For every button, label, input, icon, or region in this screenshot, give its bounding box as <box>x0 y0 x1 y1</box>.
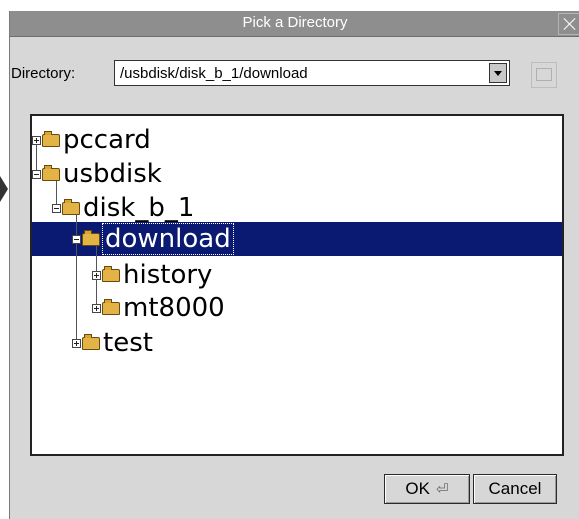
folder-open-icon <box>42 164 60 181</box>
tree-item-disk-b-1[interactable]: disk_b_1 <box>52 193 194 223</box>
tree-item-mt8000[interactable]: mt8000 <box>92 293 225 323</box>
parent-directory-button[interactable] <box>531 62 557 88</box>
ok-button-label: OK <box>405 479 430 498</box>
tree-item-pccard[interactable]: pccard <box>32 125 151 155</box>
folder-open-icon <box>62 198 80 215</box>
dropdown-arrow-icon[interactable] <box>489 63 507 83</box>
enter-key-icon: ⏎ <box>435 481 449 498</box>
directory-combobox[interactable]: /usbdisk/disk_b_1/download <box>114 60 510 86</box>
folder-icon <box>82 333 100 350</box>
expand-icon[interactable] <box>92 270 101 280</box>
cancel-button-label: Cancel <box>488 479 542 498</box>
tree-item-label: pccard <box>63 125 151 155</box>
tree-item-history[interactable]: history <box>92 260 212 290</box>
expand-icon[interactable] <box>32 135 41 145</box>
collapse-icon[interactable] <box>72 234 81 244</box>
directory-label: Directory: <box>11 65 76 82</box>
up-folder-icon <box>536 68 552 81</box>
pick-directory-dialog: Pick a Directory Directory: /usbdisk/dis… <box>9 11 579 519</box>
tree-item-label: download <box>102 223 234 255</box>
tree-item-label: history <box>123 260 213 290</box>
expand-icon[interactable] <box>92 303 101 313</box>
folder-icon <box>102 298 120 315</box>
tree-item-test[interactable]: test <box>72 328 153 358</box>
collapse-icon[interactable] <box>52 203 61 213</box>
title-bar: Pick a Directory <box>10 11 579 37</box>
tree-item-label: disk_b_1 <box>83 193 195 223</box>
ok-button[interactable]: OK ⏎ <box>384 474 470 504</box>
dialog-title: Pick a Directory <box>242 14 348 31</box>
directory-path-value[interactable]: /usbdisk/disk_b_1/download <box>120 65 308 82</box>
expand-icon[interactable] <box>72 338 81 348</box>
tree-item-download[interactable]: download <box>72 223 234 255</box>
folder-icon <box>42 130 60 147</box>
cancel-button[interactable]: Cancel <box>473 474 557 504</box>
tree-item-label: test <box>103 328 153 358</box>
tree-item-label: mt8000 <box>123 293 225 323</box>
tree-item-label: usbdisk <box>63 159 162 189</box>
folder-open-icon <box>82 229 100 246</box>
directory-tree[interactable]: pccard usbdisk disk_b_1 download history… <box>30 114 564 456</box>
collapsed-panel-arrow-icon[interactable] <box>0 176 8 202</box>
tree-item-usbdisk[interactable]: usbdisk <box>32 159 162 189</box>
collapse-icon[interactable] <box>32 169 41 179</box>
folder-icon <box>102 265 120 282</box>
close-icon[interactable] <box>558 13 579 35</box>
